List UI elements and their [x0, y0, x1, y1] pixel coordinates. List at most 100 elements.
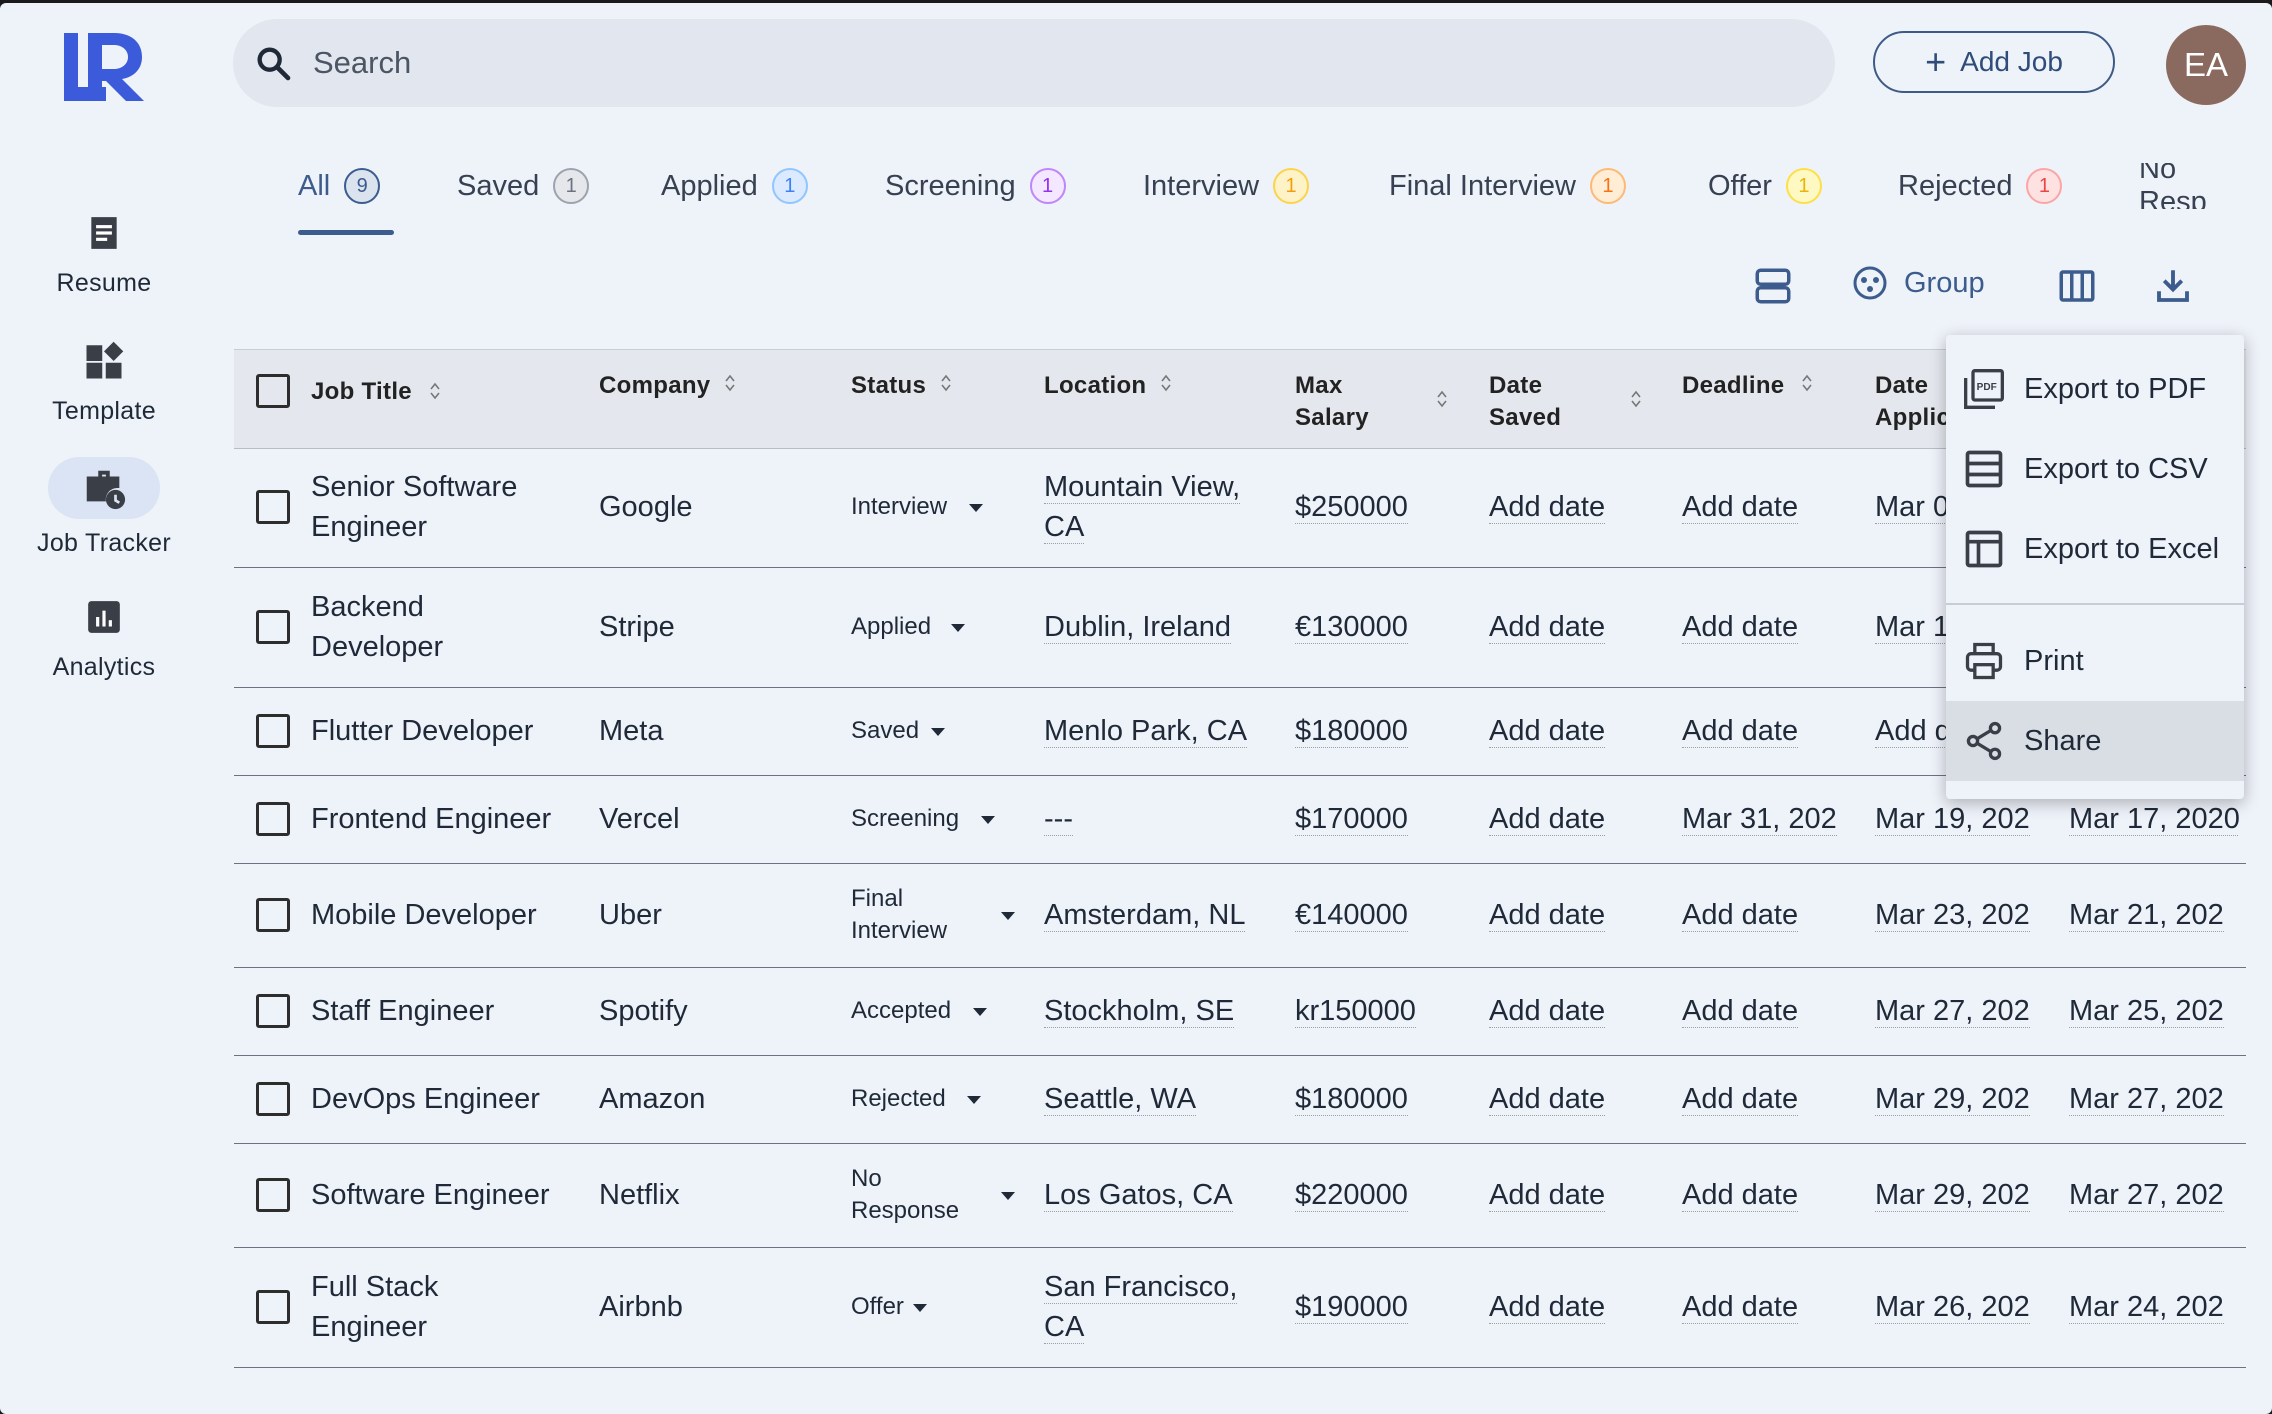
status-dropdown[interactable]: Saved: [851, 715, 919, 747]
sort-icon[interactable]: [1631, 388, 1641, 410]
location-cell[interactable]: Menlo Park, CA: [1044, 711, 1248, 751]
status-dropdown[interactable]: Interview: [851, 491, 947, 523]
column-header-date-applied[interactable]: Date Applic: [1875, 370, 1950, 434]
date-saved-cell[interactable]: Add date: [1489, 799, 1606, 839]
caret-down-icon[interactable]: [1001, 912, 1015, 920]
tab-interview[interactable]: Interview 1: [1143, 163, 1310, 209]
deadline-cell[interactable]: Add date: [1682, 991, 1860, 1031]
salary-cell[interactable]: $170000: [1295, 799, 1408, 839]
table-row[interactable]: Full Stack Engineer Airbnb Offer San Francis…: [234, 1247, 2246, 1368]
tab-offer[interactable]: Offer 1: [1708, 163, 1822, 209]
salary-cell[interactable]: €130000: [1295, 607, 1408, 647]
salary-cell[interactable]: $180000: [1295, 1079, 1408, 1119]
caret-down-icon[interactable]: [973, 1008, 987, 1016]
deadline-cell[interactable]: Add date: [1682, 711, 1860, 751]
row-checkbox[interactable]: [256, 490, 290, 524]
deadline-cell[interactable]: Add date: [1682, 1079, 1860, 1119]
date-saved-cell[interactable]: Add date: [1489, 711, 1606, 751]
caret-down-icon[interactable]: [913, 1304, 927, 1312]
sort-icon[interactable]: [1802, 372, 1812, 394]
search-bar[interactable]: [233, 19, 1835, 107]
deadline-cell[interactable]: Add date: [1682, 487, 1860, 527]
deadline-cell[interactable]: Add date: [1682, 607, 1860, 647]
deadline-cell[interactable]: Mar 31, 202: [1682, 799, 1860, 839]
date-applied-cell[interactable]: Mar 27, 202: [1875, 991, 2043, 1031]
date-applied-cell[interactable]: Mar 19, 202: [1875, 799, 2043, 839]
caret-down-icon[interactable]: [969, 504, 983, 512]
caret-down-icon[interactable]: [931, 728, 945, 736]
sort-icon[interactable]: [725, 372, 735, 394]
add-job-button[interactable]: + Add Job: [1873, 31, 2115, 93]
menu-item-print[interactable]: Print: [1946, 621, 2244, 701]
density-button[interactable]: [1752, 265, 1794, 307]
menu-item-export-pdf[interactable]: PDF Export to PDF: [1946, 349, 2244, 429]
date-cell[interactable]: Mar 21, 202: [2069, 895, 2239, 935]
tab-saved[interactable]: Saved 1: [457, 163, 590, 209]
column-header-deadline[interactable]: Deadline: [1682, 370, 1784, 402]
sort-icon[interactable]: [941, 372, 951, 394]
location-cell[interactable]: Amsterdam, NL: [1044, 895, 1246, 935]
app-logo[interactable]: [58, 31, 148, 103]
menu-item-share[interactable]: Share: [1946, 701, 2244, 781]
location-cell[interactable]: Dublin, Ireland: [1044, 607, 1231, 647]
column-header-company[interactable]: Company: [599, 370, 710, 402]
row-checkbox[interactable]: [256, 1290, 290, 1324]
tab-applied[interactable]: Applied 1: [661, 163, 808, 209]
date-saved-cell[interactable]: Add date: [1489, 1175, 1606, 1215]
table-row[interactable]: Mobile Developer Uber Final Interview Amster…: [234, 863, 2246, 968]
column-header-date-saved[interactable]: Date Saved: [1489, 370, 1561, 434]
sidebar-item-job-tracker[interactable]: Job Tracker: [0, 457, 208, 558]
table-row[interactable]: Senior Software Engineer Google Interview Mo…: [234, 447, 2246, 568]
date-saved-cell[interactable]: Add date: [1489, 991, 1606, 1031]
status-dropdown[interactable]: Applied: [851, 611, 931, 643]
status-dropdown[interactable]: Accepted: [851, 995, 951, 1027]
salary-cell[interactable]: €140000: [1295, 895, 1408, 935]
date-cell[interactable]: Mar 24, 202: [2069, 1287, 2239, 1327]
tab-screening[interactable]: Screening 1: [885, 163, 1066, 209]
menu-item-export-csv[interactable]: Export to CSV: [1946, 429, 2244, 509]
caret-down-icon[interactable]: [1001, 1192, 1015, 1200]
tab-no-response[interactable]: No Resp: [2139, 163, 2247, 209]
status-dropdown[interactable]: Screening: [851, 803, 959, 835]
caret-down-icon[interactable]: [967, 1096, 981, 1104]
select-all-checkbox[interactable]: [256, 374, 290, 408]
date-cell[interactable]: Mar 27, 202: [2069, 1079, 2239, 1119]
status-dropdown[interactable]: No Response: [851, 1163, 959, 1227]
columns-button[interactable]: [2056, 265, 2098, 307]
row-checkbox[interactable]: [256, 610, 290, 644]
location-cell[interactable]: ---: [1044, 799, 1073, 839]
column-header-job-title[interactable]: Job Title: [311, 376, 412, 408]
date-cell[interactable]: Mar 27, 202: [2069, 1175, 2239, 1215]
row-checkbox[interactable]: [256, 1178, 290, 1212]
sidebar-item-analytics[interactable]: Analytics: [0, 595, 208, 682]
column-header-location[interactable]: Location: [1044, 370, 1146, 402]
status-dropdown[interactable]: Offer: [851, 1291, 904, 1323]
sidebar-item-template[interactable]: Template: [0, 339, 208, 426]
table-row[interactable]: Frontend Engineer Vercel Screening --- $1700…: [234, 775, 2246, 864]
tab-all[interactable]: All 9: [298, 163, 381, 209]
table-row[interactable]: DevOps Engineer Amazon Rejected Seattle, WA…: [234, 1055, 2246, 1144]
table-row[interactable]: Flutter Developer Meta Saved Menlo Park, CA…: [234, 687, 2246, 776]
date-applied-cell[interactable]: Mar 26, 202: [1875, 1287, 2043, 1327]
caret-down-icon[interactable]: [981, 816, 995, 824]
tab-final-interview[interactable]: Final Interview 1: [1389, 163, 1626, 209]
tab-rejected[interactable]: Rejected 1: [1898, 163, 2063, 209]
date-applied-cell[interactable]: Mar 23, 202: [1875, 895, 2043, 935]
row-checkbox[interactable]: [256, 1082, 290, 1116]
date-saved-cell[interactable]: Add date: [1489, 895, 1606, 935]
table-row[interactable]: Software Engineer Netflix No Response Los Ga…: [234, 1143, 2246, 1248]
sort-icon[interactable]: [1161, 372, 1171, 394]
sort-icon[interactable]: [1437, 388, 1447, 410]
sidebar-item-resume[interactable]: Resume: [0, 211, 208, 298]
group-button[interactable]: Group: [1852, 265, 1985, 301]
table-row[interactable]: Staff Engineer Spotify Accepted Stockholm, …: [234, 967, 2246, 1056]
date-applied-cell[interactable]: Mar 29, 202: [1875, 1079, 2043, 1119]
location-cell[interactable]: Seattle, WA: [1044, 1079, 1197, 1119]
column-header-status[interactable]: Status: [851, 370, 926, 402]
date-cell[interactable]: Mar 17, 2020: [2069, 799, 2239, 839]
salary-cell[interactable]: $220000: [1295, 1175, 1408, 1215]
status-dropdown[interactable]: Rejected: [851, 1083, 946, 1115]
date-saved-cell[interactable]: Add date: [1489, 487, 1606, 527]
salary-cell[interactable]: $180000: [1295, 711, 1408, 751]
date-saved-cell[interactable]: Add date: [1489, 607, 1606, 647]
